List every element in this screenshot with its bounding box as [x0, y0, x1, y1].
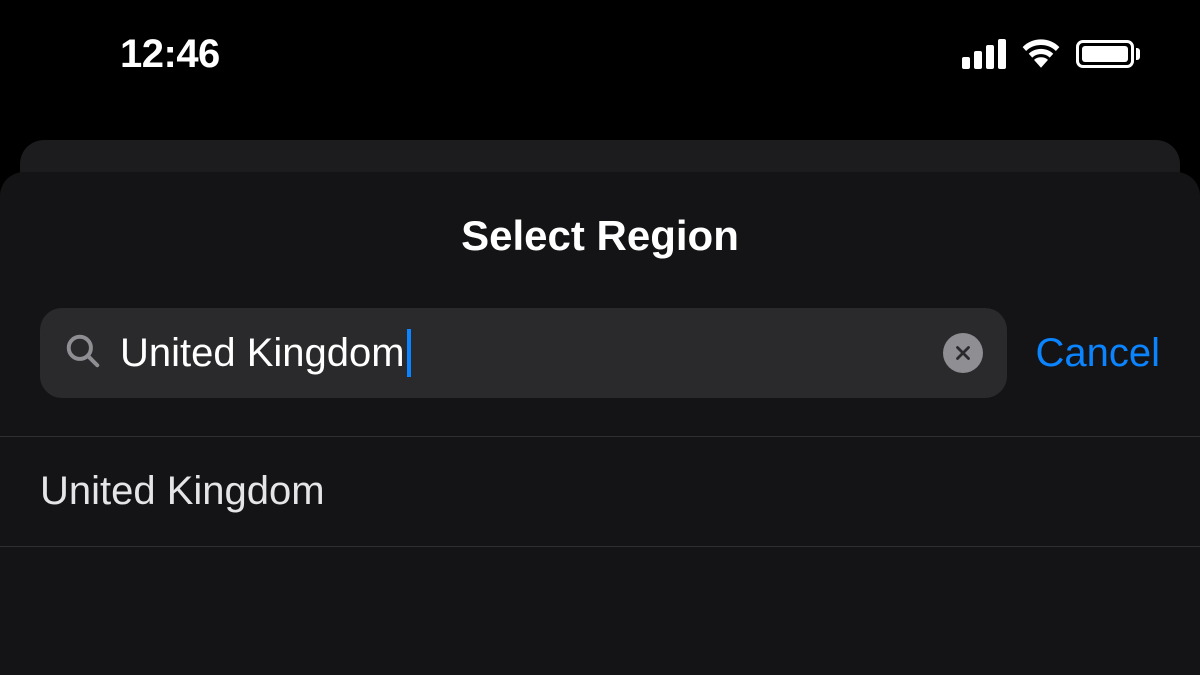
search-icon [64, 332, 102, 375]
battery-icon [1076, 40, 1140, 68]
search-row: United Kingdom Cancel [0, 308, 1200, 398]
result-item[interactable]: United Kingdom [0, 437, 1200, 547]
search-input[interactable]: United Kingdom [120, 329, 943, 377]
status-time: 12:46 [50, 32, 220, 77]
search-input-value: United Kingdom [120, 331, 405, 376]
search-container[interactable]: United Kingdom [40, 308, 1007, 398]
modal-title: Select Region [0, 212, 1200, 260]
results-list: United Kingdom [0, 436, 1200, 547]
select-region-modal: Select Region United Kingdom Cancel [0, 172, 1200, 675]
status-icons [962, 36, 1150, 73]
wifi-icon [1020, 36, 1062, 73]
clear-search-button[interactable] [943, 333, 983, 373]
cancel-button[interactable]: Cancel [1035, 331, 1160, 376]
cellular-icon [962, 39, 1006, 69]
text-cursor [407, 329, 411, 377]
status-bar: 12:46 [0, 0, 1200, 90]
